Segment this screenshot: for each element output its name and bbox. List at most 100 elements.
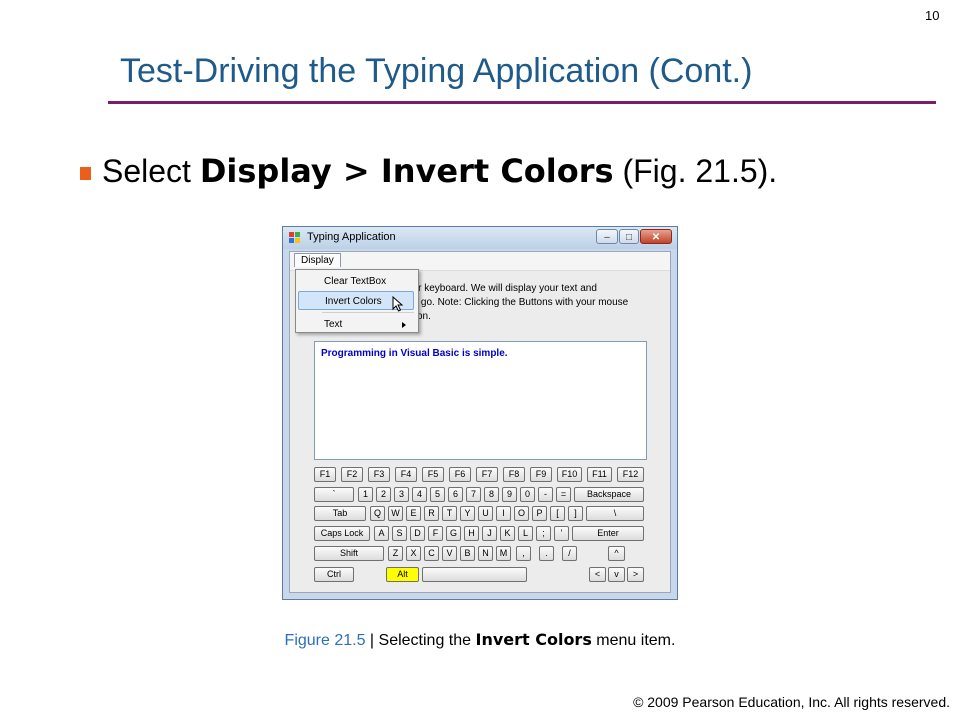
caption-separator: | Selecting the (365, 632, 476, 649)
key-f11[interactable]: F11 (587, 467, 612, 482)
key-f2[interactable]: F2 (341, 467, 363, 482)
key-u[interactable]: U (478, 506, 493, 521)
key-tab[interactable]: Tab (314, 506, 366, 521)
instructions-text: our keyboard. We will display your text … (407, 282, 667, 324)
key-backtick[interactable]: ` (314, 487, 354, 502)
menu-separator (322, 312, 414, 313)
key-x[interactable]: X (406, 546, 421, 561)
key-f7[interactable]: F7 (476, 467, 498, 482)
figure-caption: Figure 21.5 | Selecting the Invert Color… (0, 630, 960, 650)
key-5[interactable]: 5 (430, 487, 445, 502)
output-textbox[interactable]: Programming in Visual Basic is simple. (314, 341, 647, 460)
key-enter[interactable]: Enter (572, 526, 644, 541)
instructions-line: our keyboard. We will display your text … (407, 283, 597, 294)
key-r[interactable]: R (424, 506, 439, 521)
key-g[interactable]: G (446, 526, 461, 541)
key-f6[interactable]: F6 (449, 467, 471, 482)
key-p[interactable]: P (532, 506, 547, 521)
textbox-value: Programming in Visual Basic is simple. (321, 348, 508, 359)
key-shift[interactable]: Shift (314, 546, 384, 561)
window-title: Typing Application (307, 231, 396, 243)
key-f10[interactable]: F10 (557, 467, 582, 482)
key-f8[interactable]: F8 (503, 467, 525, 482)
key-alt[interactable]: Alt (386, 567, 419, 582)
key-b[interactable]: B (460, 546, 475, 561)
key-8[interactable]: 8 (484, 487, 499, 502)
key-m[interactable]: M (496, 546, 511, 561)
key-2[interactable]: 2 (376, 487, 391, 502)
bullet-bold: Display > Invert Colors (199, 152, 614, 190)
key-arrow-left[interactable]: < (589, 567, 606, 582)
key-w[interactable]: W (388, 506, 403, 521)
key-j[interactable]: J (482, 526, 497, 541)
key-minus[interactable]: - (538, 487, 553, 502)
key-f9[interactable]: F9 (530, 467, 552, 482)
copyright-footer: © 2009 Pearson Education, Inc. All right… (633, 694, 950, 710)
key-f1[interactable]: F1 (314, 467, 336, 482)
key-1[interactable]: 1 (358, 487, 373, 502)
key-a[interactable]: A (374, 526, 389, 541)
key-h[interactable]: H (464, 526, 479, 541)
key-4[interactable]: 4 (412, 487, 427, 502)
key-left-bracket[interactable]: [ (550, 506, 565, 521)
key-arrow-right[interactable]: > (627, 567, 644, 582)
key-v[interactable]: V (442, 546, 457, 561)
key-l[interactable]: L (518, 526, 533, 541)
minimize-button[interactable]: – (596, 229, 618, 244)
key-comma[interactable]: , (516, 546, 531, 561)
maximize-button[interactable]: □ (619, 229, 639, 244)
key-f5[interactable]: F5 (422, 467, 444, 482)
key-ctrl[interactable]: Ctrl (314, 567, 354, 582)
caption-suffix: menu item. (591, 632, 676, 649)
key-0[interactable]: 0 (520, 487, 535, 502)
menu-item-text[interactable]: Text (298, 315, 414, 334)
key-3[interactable]: 3 (394, 487, 409, 502)
app-icon (289, 232, 301, 244)
key-f12[interactable]: F12 (617, 467, 644, 482)
key-y[interactable]: Y (460, 506, 475, 521)
window-client-area: Display our keyboard. We will display yo… (289, 251, 671, 593)
caption-figure-label: Figure 21.5 (284, 632, 366, 649)
key-quote[interactable]: ' (554, 526, 569, 541)
key-e[interactable]: E (406, 506, 421, 521)
key-z[interactable]: Z (388, 546, 403, 561)
key-i[interactable]: I (496, 506, 511, 521)
window-titlebar: Typing Application – □ ✕ (283, 227, 677, 249)
key-semicolon[interactable]: ; (536, 526, 551, 541)
menu-display[interactable]: Display (294, 253, 341, 267)
title-divider (108, 101, 936, 104)
bullet-marker (80, 167, 91, 180)
key-caps-lock[interactable]: Caps Lock (314, 526, 370, 541)
page-number: 10 (925, 8, 940, 23)
key-6[interactable]: 6 (448, 487, 463, 502)
key-arrow-up[interactable]: ^ (608, 546, 625, 561)
key-equals[interactable]: = (556, 487, 571, 502)
key-right-bracket[interactable]: ] (568, 506, 583, 521)
key-slash[interactable]: / (562, 546, 577, 561)
key-f3[interactable]: F3 (368, 467, 390, 482)
key-o[interactable]: O (514, 506, 529, 521)
submenu-arrow-icon (402, 322, 406, 328)
key-arrow-down[interactable]: v (608, 567, 625, 582)
key-n[interactable]: N (478, 546, 493, 561)
key-7[interactable]: 7 (466, 487, 481, 502)
key-q[interactable]: Q (370, 506, 385, 521)
menu-item-text-label: Text (324, 319, 343, 330)
key-9[interactable]: 9 (502, 487, 517, 502)
key-f[interactable]: F (428, 526, 443, 541)
key-f4[interactable]: F4 (395, 467, 417, 482)
menu-item-clear-textbox[interactable]: Clear TextBox (298, 272, 414, 291)
slide-title: Test-Driving the Typing Application (Con… (120, 52, 753, 90)
close-button[interactable]: ✕ (640, 229, 672, 244)
key-period[interactable]: . (539, 546, 554, 561)
bullet-text: Select Display > Invert Colors (Fig. 21.… (102, 152, 777, 190)
key-space[interactable] (422, 567, 527, 582)
key-backspace[interactable]: Backspace (574, 487, 644, 502)
key-backslash[interactable]: \ (586, 506, 644, 521)
bullet-suffix: (Fig. 21.5). (613, 153, 778, 189)
key-t[interactable]: T (442, 506, 457, 521)
key-d[interactable]: D (410, 526, 425, 541)
key-k[interactable]: K (500, 526, 515, 541)
key-s[interactable]: S (392, 526, 407, 541)
key-c[interactable]: C (424, 546, 439, 561)
